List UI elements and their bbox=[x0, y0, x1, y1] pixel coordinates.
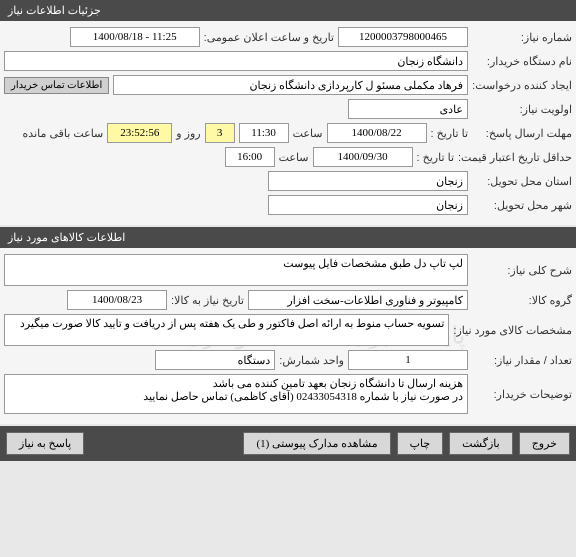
label-hours-remaining: ساعت باقی مانده bbox=[23, 127, 104, 140]
label-to-date: تا تاریخ : bbox=[431, 127, 468, 140]
qty-input[interactable] bbox=[348, 350, 468, 370]
label-priority: اولویت نیاز: bbox=[472, 103, 572, 116]
panel-title-goods: اطلاعات کالاهای مورد نیاز bbox=[8, 231, 125, 244]
days-remaining-input bbox=[205, 123, 235, 143]
label-buyer-notes: توضیحات خریدار: bbox=[472, 388, 572, 401]
buyer-name-input[interactable] bbox=[4, 51, 468, 71]
need-summary-textarea[interactable] bbox=[4, 254, 468, 286]
label-unit: واحد شمارش: bbox=[279, 354, 344, 367]
deadline-date-input[interactable] bbox=[327, 123, 427, 143]
validity-time-input[interactable] bbox=[225, 147, 275, 167]
label-time-2: ساعت bbox=[279, 151, 309, 164]
province-input[interactable] bbox=[268, 171, 468, 191]
label-need-date: تاریخ نیاز به کالا: bbox=[171, 294, 244, 307]
buyer-notes-textarea[interactable] bbox=[4, 374, 468, 414]
city-input[interactable] bbox=[268, 195, 468, 215]
priority-input[interactable] bbox=[348, 99, 468, 119]
panel-title: جزئیات اطلاعات نیاز bbox=[8, 4, 101, 17]
panel-header-goods: اطلاعات کالاهای مورد نیاز bbox=[0, 227, 576, 248]
goods-spec-textarea[interactable] bbox=[4, 314, 449, 346]
footer-toolbar: خروج بازگشت چاپ مشاهده مدارک پیوستی (1) … bbox=[0, 426, 576, 461]
label-to-date-2: تا تاریخ : bbox=[417, 151, 454, 164]
label-need-summary: شرح کلی نیاز: bbox=[472, 264, 572, 277]
buyer-contact-button[interactable]: اطلاعات تماس خریدار bbox=[4, 77, 109, 94]
label-delivery-city: شهر محل تحویل: bbox=[472, 199, 572, 212]
print-button[interactable]: چاپ bbox=[397, 432, 444, 455]
label-goods-spec: مشخصات کالای مورد نیاز: bbox=[453, 324, 572, 337]
back-button[interactable]: بازگشت bbox=[449, 432, 513, 455]
goods-panel: اطلاعات کالاهای مورد نیاز پایگاه خبری من… bbox=[0, 227, 576, 424]
request-creator-input[interactable] bbox=[113, 75, 468, 95]
label-need-number: شماره نیاز: bbox=[472, 31, 572, 44]
label-qty: تعداد / مقدار نیاز: bbox=[472, 354, 572, 367]
time-remaining-input bbox=[107, 123, 172, 143]
announce-datetime-input[interactable] bbox=[70, 27, 200, 47]
respond-button[interactable]: پاسخ به نیاز bbox=[6, 432, 84, 455]
attachments-button[interactable]: مشاهده مدارک پیوستی (1) bbox=[243, 432, 390, 455]
validity-date-input[interactable] bbox=[313, 147, 413, 167]
need-date-input[interactable] bbox=[67, 290, 167, 310]
panel-header-info: جزئیات اطلاعات نیاز bbox=[0, 0, 576, 21]
label-response-deadline: مهلت ارسال پاسخ: bbox=[472, 127, 572, 140]
label-goods-group: گروه کالا: bbox=[472, 294, 572, 307]
goods-group-input[interactable] bbox=[248, 290, 468, 310]
exit-button[interactable]: خروج bbox=[519, 432, 570, 455]
label-buyer-name: نام دستگاه خریدار: bbox=[472, 55, 572, 68]
need-number-input[interactable] bbox=[338, 27, 468, 47]
unit-input[interactable] bbox=[155, 350, 275, 370]
label-days-and: روز و bbox=[176, 127, 200, 140]
label-price-validity: حداقل تاریخ اعتبار قیمت: bbox=[458, 151, 572, 164]
label-request-creator: ایجاد کننده درخواست: bbox=[472, 79, 572, 92]
label-delivery-province: استان محل تحویل: bbox=[472, 175, 572, 188]
need-details-panel: جزئیات اطلاعات نیاز شماره نیاز: تاریخ و … bbox=[0, 0, 576, 225]
label-announce-datetime: تاریخ و ساعت اعلان عمومی: bbox=[204, 31, 334, 44]
deadline-time-input[interactable] bbox=[239, 123, 289, 143]
label-time-1: ساعت bbox=[293, 127, 323, 140]
